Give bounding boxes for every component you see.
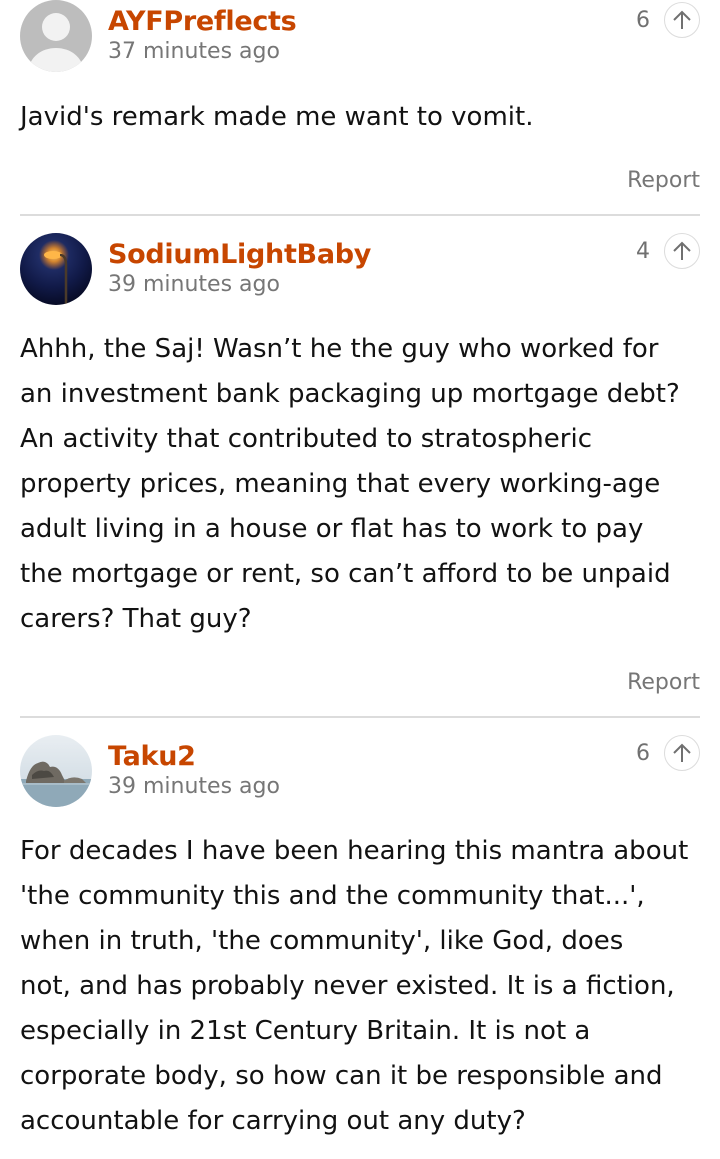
avatar[interactable] [20, 0, 92, 72]
recommend-count: 6 [636, 740, 650, 766]
arrow-up-icon [673, 241, 691, 260]
comment-body: Javid's remark made me want to vomit. [20, 95, 700, 140]
comment-text-line: the mortgage or rent, so can’t afford to… [20, 559, 671, 589]
comment-text-line: carers? That guy? [20, 604, 252, 634]
comment-text-line: not, and has probably never existed. It … [20, 971, 675, 1001]
comment-timestamp[interactable]: 39 minutes ago [108, 774, 280, 799]
arrow-up-icon [673, 10, 691, 29]
report-link[interactable]: Report [627, 168, 700, 193]
comment-text-line: corporate body, so how can it be respons… [20, 1061, 663, 1091]
recommend-count: 6 [636, 7, 650, 33]
comment-text-line: especially in 21st Century Britain. It i… [20, 1016, 591, 1046]
recommend-control: 6 [636, 733, 700, 773]
comment-text-line: An activity that contributed to stratosp… [20, 424, 592, 454]
comment-text-line: 'the community this and the community th… [20, 881, 645, 911]
report-link[interactable]: Report [627, 670, 700, 695]
avatar[interactable] [20, 233, 92, 305]
recommend-control: 4 [636, 231, 700, 271]
recommend-control: 6 [636, 0, 700, 40]
comment-text-line: when in truth, 'the community', like God… [20, 926, 624, 956]
comment-text-line: Javid's remark made me want to vomit. [20, 102, 534, 132]
comment-text-line: adult living in a house or flat has to w… [20, 514, 644, 544]
comment-author[interactable]: Taku2 [108, 741, 196, 772]
upvote-button[interactable] [664, 2, 700, 38]
rocky-shore-avatar-icon [20, 735, 92, 807]
comment-text-line: property prices, meaning that every work… [20, 469, 661, 499]
comment-divider [20, 716, 700, 718]
upvote-button[interactable] [664, 735, 700, 771]
comment-timestamp[interactable]: 37 minutes ago [108, 39, 280, 64]
comment-author[interactable]: AYFPreflects [108, 6, 297, 37]
comment-text-line: an investment bank packaging up mortgage… [20, 379, 680, 409]
comment-divider [20, 214, 700, 216]
comment-body: For decades I have been hearing this man… [20, 829, 700, 1144]
comment-text-line: accountable for carrying out any duty? [20, 1106, 526, 1136]
upvote-button[interactable] [664, 233, 700, 269]
comment-text-line: Ahhh, the Saj! Wasn’t he the guy who wor… [20, 334, 659, 364]
comment-timestamp[interactable]: 39 minutes ago [108, 272, 280, 297]
avatar[interactable] [20, 735, 92, 807]
streetlight-avatar-icon [20, 233, 92, 305]
recommend-count: 4 [636, 238, 650, 264]
arrow-up-icon [673, 743, 691, 762]
comment-text-line: For decades I have been hearing this man… [20, 836, 689, 866]
comment-author[interactable]: SodiumLightBaby [108, 239, 371, 270]
default-avatar-icon [20, 0, 92, 72]
comment-body: Ahhh, the Saj! Wasn’t he the guy who wor… [20, 327, 700, 642]
